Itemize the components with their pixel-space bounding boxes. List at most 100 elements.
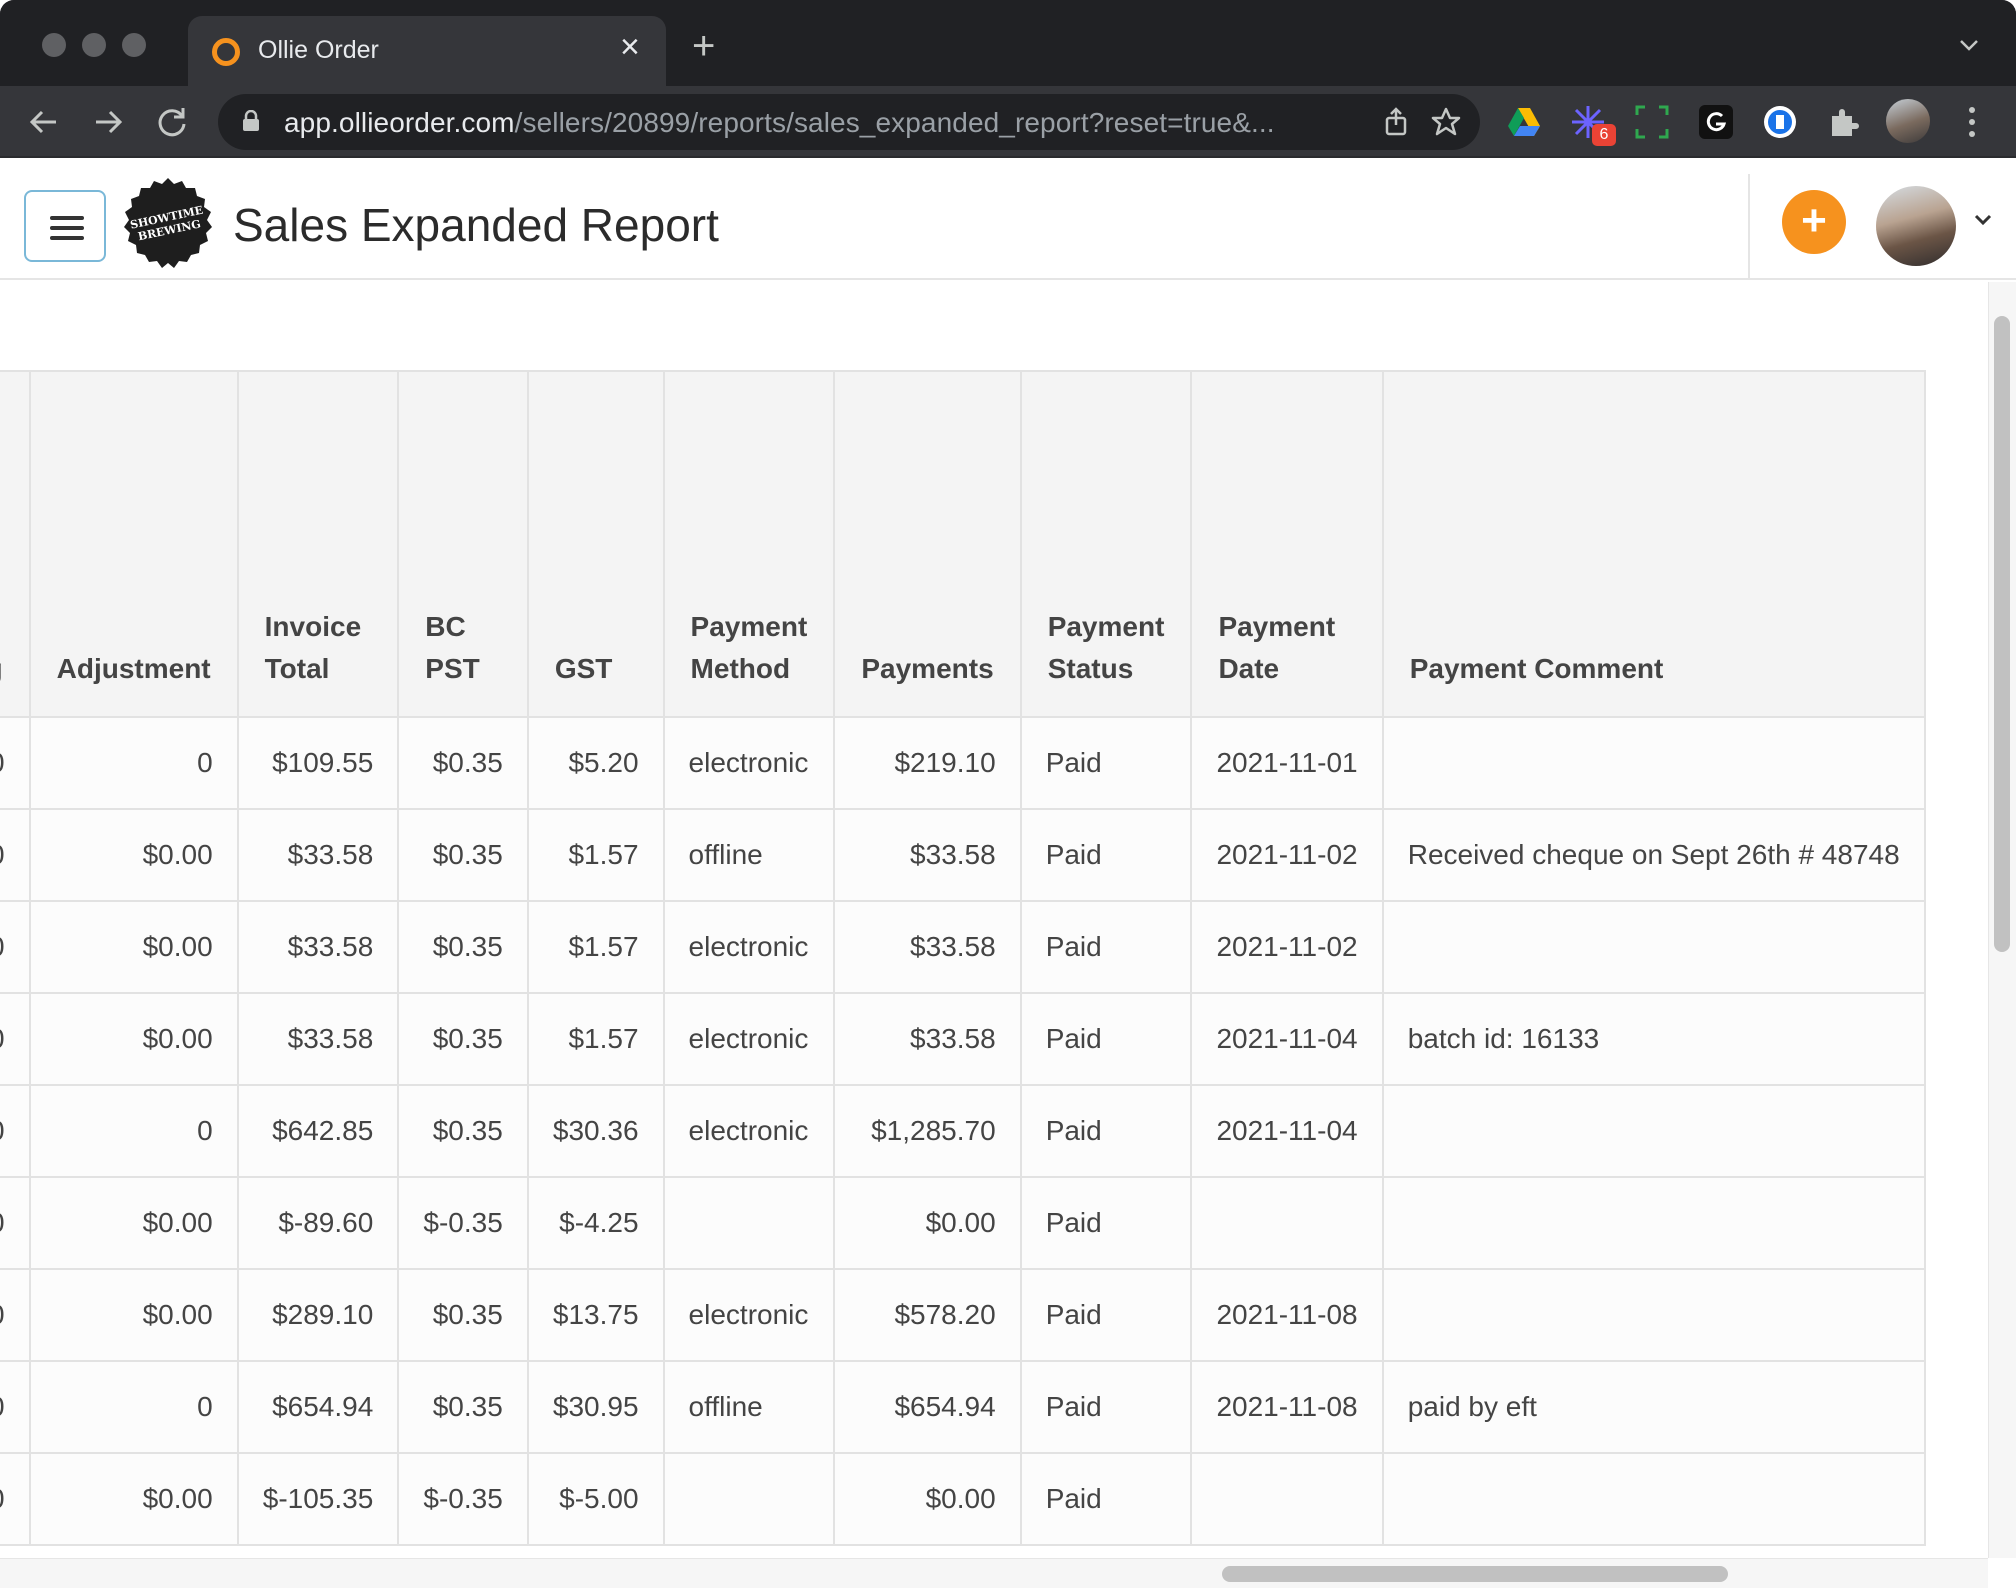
cell-truncated: 00: [0, 900, 31, 994]
lock-icon: [243, 110, 259, 131]
table-row[interactable]: 00$0.00$289.10$0.35$13.75electronic$578.…: [0, 1268, 1927, 1362]
cell-payment-method: electronic: [662, 900, 836, 994]
cell-payments: $33.58: [833, 808, 1022, 902]
chevron-down-icon[interactable]: [1974, 214, 1992, 226]
cell-payment-status: Paid: [1019, 808, 1193, 902]
cell-bc-pst: $0.35: [397, 716, 529, 810]
cell-gst: $1.57: [526, 992, 665, 1086]
horizontal-scrollbar-thumb[interactable]: [1222, 1566, 1728, 1582]
cell-truncated: 00: [0, 716, 31, 810]
cell-payment-method: offline: [662, 1360, 836, 1454]
cell-bc-pst: $-0.35: [397, 1176, 529, 1270]
cell-invoice-total: $33.58: [236, 808, 400, 902]
cell-invoice-total: $-89.60: [236, 1176, 400, 1270]
cell-payment-status: Paid: [1019, 716, 1193, 810]
back-arrow-icon[interactable]: [24, 102, 64, 142]
new-tab-button[interactable]: +: [692, 26, 715, 66]
cell-payment-status: Paid: [1019, 900, 1193, 994]
cell-gst: $1.57: [526, 900, 665, 994]
browser-menu-icon[interactable]: [1968, 104, 1976, 140]
table-row[interactable]: 00$0.00$33.58$0.35$1.57electronic$33.58P…: [0, 900, 1927, 994]
window-close-button[interactable]: [42, 33, 66, 57]
cell-payments: $1,285.70: [833, 1084, 1022, 1178]
cell-adjustment: $0.00: [28, 1268, 239, 1362]
tab-close-icon[interactable]: ×: [620, 30, 640, 64]
cell-payment-status: Paid: [1019, 1452, 1193, 1546]
report-table-viewport[interactable]: ng Adjustment Invoice Total BC PST GST P…: [0, 370, 1986, 1550]
url-host: app.ollieorder.com: [284, 107, 515, 138]
column-header-payment-comment[interactable]: Payment Comment: [1381, 370, 1927, 718]
cell-payments: $219.10: [833, 716, 1022, 810]
cell-payment-method: electronic: [662, 716, 836, 810]
hamburger-menu-button[interactable]: [24, 190, 106, 262]
column-header-invoice-total[interactable]: Invoice Total: [236, 370, 400, 718]
column-header-payment-status[interactable]: Payment Status: [1019, 370, 1193, 718]
reload-icon[interactable]: [152, 102, 192, 142]
cell-invoice-total: $654.94: [236, 1360, 400, 1454]
cell-truncated: 00: [0, 1176, 31, 1270]
sales-expanded-table: ng Adjustment Invoice Total BC PST GST P…: [0, 370, 1927, 1546]
share-icon[interactable]: [1380, 106, 1412, 138]
tab-search-chevron-icon[interactable]: [1958, 34, 1980, 56]
extensions-puzzle-icon[interactable]: [1826, 104, 1862, 140]
cell-invoice-total: $289.10: [236, 1268, 400, 1362]
cell-truncated: 00: [0, 808, 31, 902]
cell-payment-comment: paid by eft: [1381, 1360, 1927, 1454]
cell-truncated: 00: [0, 1268, 31, 1362]
table-row[interactable]: 00$0.00$-105.35$-0.35$-5.00$0.00Paid: [0, 1452, 1927, 1546]
column-header-gst[interactable]: GST: [526, 370, 665, 718]
add-button[interactable]: +: [1782, 190, 1846, 254]
cell-gst: $30.36: [526, 1084, 665, 1178]
cell-payment-date: 2021-11-08: [1190, 1360, 1384, 1454]
cell-payment-comment: [1381, 1452, 1927, 1546]
cell-gst: $13.75: [526, 1268, 665, 1362]
profile-avatar-icon[interactable]: [1886, 99, 1930, 143]
table-row[interactable]: 000$642.85$0.35$30.36electronic$1,285.70…: [0, 1084, 1927, 1178]
cell-adjustment: 0: [28, 1360, 239, 1454]
cell-bc-pst: $0.35: [397, 808, 529, 902]
column-header-payment-method[interactable]: Payment Method: [662, 370, 836, 718]
google-drive-icon[interactable]: [1506, 104, 1542, 140]
table-row[interactable]: 00$0.00$33.58$0.35$1.57electronic$33.58P…: [0, 992, 1927, 1086]
cell-adjustment: $0.00: [28, 1176, 239, 1270]
column-header-bc-pst[interactable]: BC PST: [397, 370, 529, 718]
vertical-scrollbar-thumb[interactable]: [1994, 316, 2010, 952]
table-row[interactable]: 00$0.00$33.58$0.35$1.57offline$33.58Paid…: [0, 808, 1927, 902]
table-row[interactable]: 00$0.00$-89.60$-0.35$-4.25$0.00Paid: [0, 1176, 1927, 1270]
password-manager-icon[interactable]: [1762, 104, 1798, 140]
cell-payments: $0.00: [833, 1452, 1022, 1546]
column-header-payments[interactable]: Payments: [833, 370, 1022, 718]
cell-invoice-total: $33.58: [236, 900, 400, 994]
column-header-payment-date[interactable]: Payment Date: [1190, 370, 1384, 718]
table-row[interactable]: 000$654.94$0.35$30.95offline$654.94Paid2…: [0, 1360, 1927, 1454]
app-header: SHOWTIME BREWING Sales Expanded Report +: [0, 158, 2016, 280]
cell-bc-pst: $0.35: [397, 1360, 529, 1454]
cell-payment-status: Paid: [1019, 1084, 1193, 1178]
cell-invoice-total: $109.55: [236, 716, 400, 810]
user-avatar[interactable]: [1876, 186, 1956, 266]
address-bar[interactable]: app.ollieorder.com/sellers/20899/reports…: [218, 94, 1480, 150]
column-header[interactable]: ng: [0, 370, 31, 718]
cell-payment-comment: Received cheque on Sept 26th # 48748: [1381, 808, 1927, 902]
browser-tab-active[interactable]: Ollie Order ×: [188, 16, 666, 86]
screenshot-extension-icon[interactable]: [1634, 104, 1670, 140]
cell-bc-pst: $0.35: [397, 900, 529, 994]
cell-invoice-total: $-105.35: [236, 1452, 400, 1546]
cell-payment-date: 2021-11-02: [1190, 808, 1384, 902]
cell-payment-date: 2021-11-02: [1190, 900, 1384, 994]
column-header-adjustment[interactable]: Adjustment: [28, 370, 239, 718]
bookmark-star-icon[interactable]: [1430, 106, 1462, 138]
cell-payment-status: Paid: [1019, 1360, 1193, 1454]
grammarly-icon[interactable]: [1698, 104, 1734, 140]
cell-payment-status: Paid: [1019, 1176, 1193, 1270]
cell-payment-comment: [1381, 1268, 1927, 1362]
url-text[interactable]: app.ollieorder.com/sellers/20899/reports…: [284, 107, 1275, 139]
cell-adjustment: 0: [28, 1084, 239, 1178]
url-path: /sellers/20899/reports/sales_expanded_re…: [514, 107, 1275, 138]
table-row[interactable]: 000$109.55$0.35$5.20electronic$219.10Pai…: [0, 716, 1927, 810]
browser-chrome: Ollie Order × + app.ollieorder.com/selle…: [0, 0, 2016, 158]
window-minimize-button[interactable]: [82, 33, 106, 57]
forward-arrow-icon[interactable]: [88, 102, 128, 142]
browser-toolbar: app.ollieorder.com/sellers/20899/reports…: [0, 86, 2016, 158]
window-zoom-button[interactable]: [122, 33, 146, 57]
